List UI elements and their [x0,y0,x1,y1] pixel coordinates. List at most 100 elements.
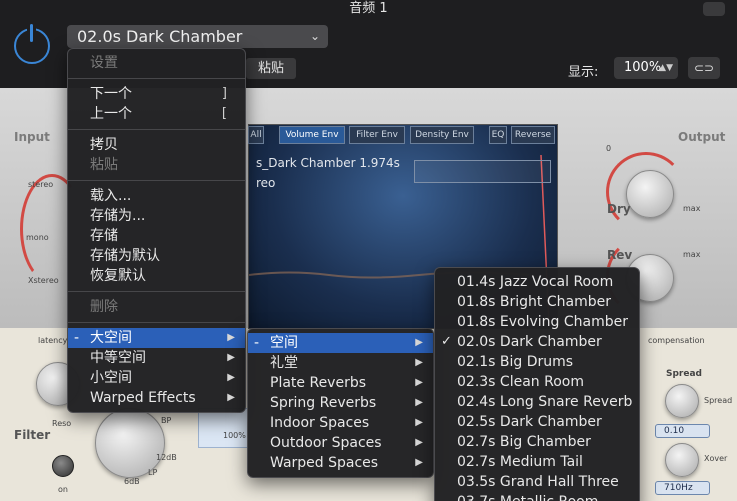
tab-filter-env[interactable]: Filter Env [349,126,405,144]
filter-on-button[interactable] [52,455,74,477]
preset-item[interactable]: 03.7s Metallic Room [435,492,639,501]
menu-item-label: 中等空间 [90,350,146,366]
chevron-down-icon: ⌄ [309,29,320,43]
menu-separator [68,180,245,181]
preset-item[interactable]: 02.5s Dark Chamber [435,412,639,432]
rooms-submenu: 01.4s Jazz Vocal Room 01.8s Bright Chamb… [434,267,640,501]
submenu-arrow-icon: ▶ [227,352,235,363]
filter-label: Filter [14,428,51,442]
preset-item[interactable]: 02.4s Long Snare Reverb [435,392,639,412]
menu-item-save-as-default[interactable]: 存储为默认 [68,246,245,266]
rev-max-label: max [683,250,701,259]
stereo-label: stereo [28,180,54,189]
menu-item-label: 礼堂 [270,355,298,371]
power-icon[interactable] [14,24,50,64]
menu-item-label: Outdoor Spaces [270,435,382,451]
stepper-icon: ▲▼ [659,63,673,73]
spread-small-label: Spread [704,396,733,405]
menu-item-medium-spaces[interactable]: 中等空间 ▶ [68,348,245,368]
menu-item-label: 空间 [270,335,298,351]
menu-item-save-as[interactable]: 存储为... [68,206,245,226]
dry-knob[interactable] [626,170,674,218]
preset-item[interactable]: 02.7s Big Chamber [435,432,639,452]
paste-button[interactable]: 粘贴 [246,58,296,79]
menu-item-label: Warped Spaces [270,455,379,471]
submenu-arrow-icon: ▶ [415,337,423,348]
tab-density-env[interactable]: Density Env [410,126,474,144]
preset-item-selected[interactable]: ✓ 02.0s Dark Chamber [435,332,639,352]
on-label: on [58,485,68,494]
menu-separator [68,129,245,130]
submenu-arrow-icon: ▶ [227,392,235,403]
display-label: 显示: [568,65,599,80]
input-label: Input [14,130,50,144]
db6-label: 6dB [124,477,140,486]
menu-item-label: Indoor Spaces [270,415,370,431]
dash-icon: - [74,330,80,346]
dry-zero-label: 0 [606,144,612,153]
menu-item-label: Spring Reverbs [270,395,377,411]
preset-selector[interactable]: 02.0s Dark Chamber ⌄ [67,25,328,48]
dry-max-label: max [683,204,701,213]
xover-knob[interactable] [665,443,699,477]
dash-icon: - [254,335,260,351]
submenu-item-outdoor-spaces[interactable]: Outdoor Spaces ▶ [248,433,433,453]
menu-item-label: Warped Effects [90,390,196,406]
submenu-arrow-icon: ▶ [415,437,423,448]
menu-item-restore-default[interactable]: 恢复默认 [68,266,245,286]
percent-field[interactable]: 100% [198,408,248,448]
tab-volume-env[interactable]: Volume Env [279,126,345,144]
preset-menu: 设置 下一个 ] 上一个 [ 拷贝 粘贴 载入... 存储为... 存储 存储为… [67,48,246,413]
large-spaces-submenu: - 空间 ▶ 礼堂 ▶ Plate Reverbs ▶ Spring Rever… [247,328,434,478]
menu-item-large-spaces[interactable]: - 大空间 ▶ [68,328,245,348]
spread-knob[interactable] [665,384,699,418]
submenu-item-rooms[interactable]: - 空间 ▶ [248,333,433,353]
submenu-item-halls[interactable]: 礼堂 ▶ [248,353,433,373]
menu-item-small-spaces[interactable]: 小空间 ▶ [68,368,245,388]
xover-value-field[interactable]: 710Hz [655,481,710,495]
submenu-item-plate-reverbs[interactable]: Plate Reverbs ▶ [248,373,433,393]
menu-item-copy[interactable]: 拷贝 [68,135,245,155]
waveform-subtitle: reo [256,176,276,190]
tab-all[interactable]: All [248,126,264,144]
link-icon[interactable]: ⊂⊃ [688,57,720,79]
menu-item-next[interactable]: 下一个 ] [68,84,245,104]
menu-separator [68,78,245,79]
preset-item[interactable]: 03.5s Grand Hall Three [435,472,639,492]
reso-label: Reso [52,419,72,428]
menu-item-label: 02.0s Dark Chamber [457,334,602,350]
menu-item-previous[interactable]: 上一个 [ [68,104,245,124]
spread-value-field[interactable]: 0.10 [655,424,710,438]
preset-name: 02.0s Dark Chamber [77,27,243,46]
menu-item-label: Plate Reverbs [270,375,367,391]
mono-label: mono [26,233,49,242]
tab-reverse[interactable]: Reverse [511,126,555,144]
zoom-stepper[interactable]: 100% ▲▼ [614,57,678,79]
preset-item[interactable]: 01.8s Evolving Chamber [435,312,639,332]
xover-label: Xover [704,454,728,463]
spread-label: Spread [666,369,702,379]
menu-shortcut: ] [221,86,227,101]
menu-item-save[interactable]: 存储 [68,226,245,246]
submenu-arrow-icon: ▶ [415,357,423,368]
xstereo-label: Xstereo [28,276,59,285]
dry-label: Dry [607,202,631,216]
rev-label: Rev [607,248,633,262]
submenu-item-spring-reverbs[interactable]: Spring Reverbs ▶ [248,393,433,413]
menu-item-load[interactable]: 载入... [68,186,245,206]
submenu-item-indoor-spaces[interactable]: Indoor Spaces ▶ [248,413,433,433]
preset-item[interactable]: 01.8s Bright Chamber [435,292,639,312]
bp-label: BP [161,416,172,425]
tab-eq[interactable]: EQ [489,126,507,144]
waveform-name: s_Dark Chamber 1.974s [256,156,400,170]
waveform-overview[interactable] [414,160,551,183]
window-close-button[interactable] [703,2,725,16]
submenu-item-warped-spaces[interactable]: Warped Spaces ▶ [248,453,433,473]
preset-item[interactable]: 01.4s Jazz Vocal Room [435,272,639,292]
percent-value: 100% [223,431,246,440]
menu-item-label: 大空间 [90,330,132,346]
preset-item[interactable]: 02.1s Big Drums [435,352,639,372]
menu-item-warped-effects[interactable]: Warped Effects ▶ [68,388,245,408]
preset-item[interactable]: 02.7s Medium Tail [435,452,639,472]
preset-item[interactable]: 02.3s Clean Room [435,372,639,392]
